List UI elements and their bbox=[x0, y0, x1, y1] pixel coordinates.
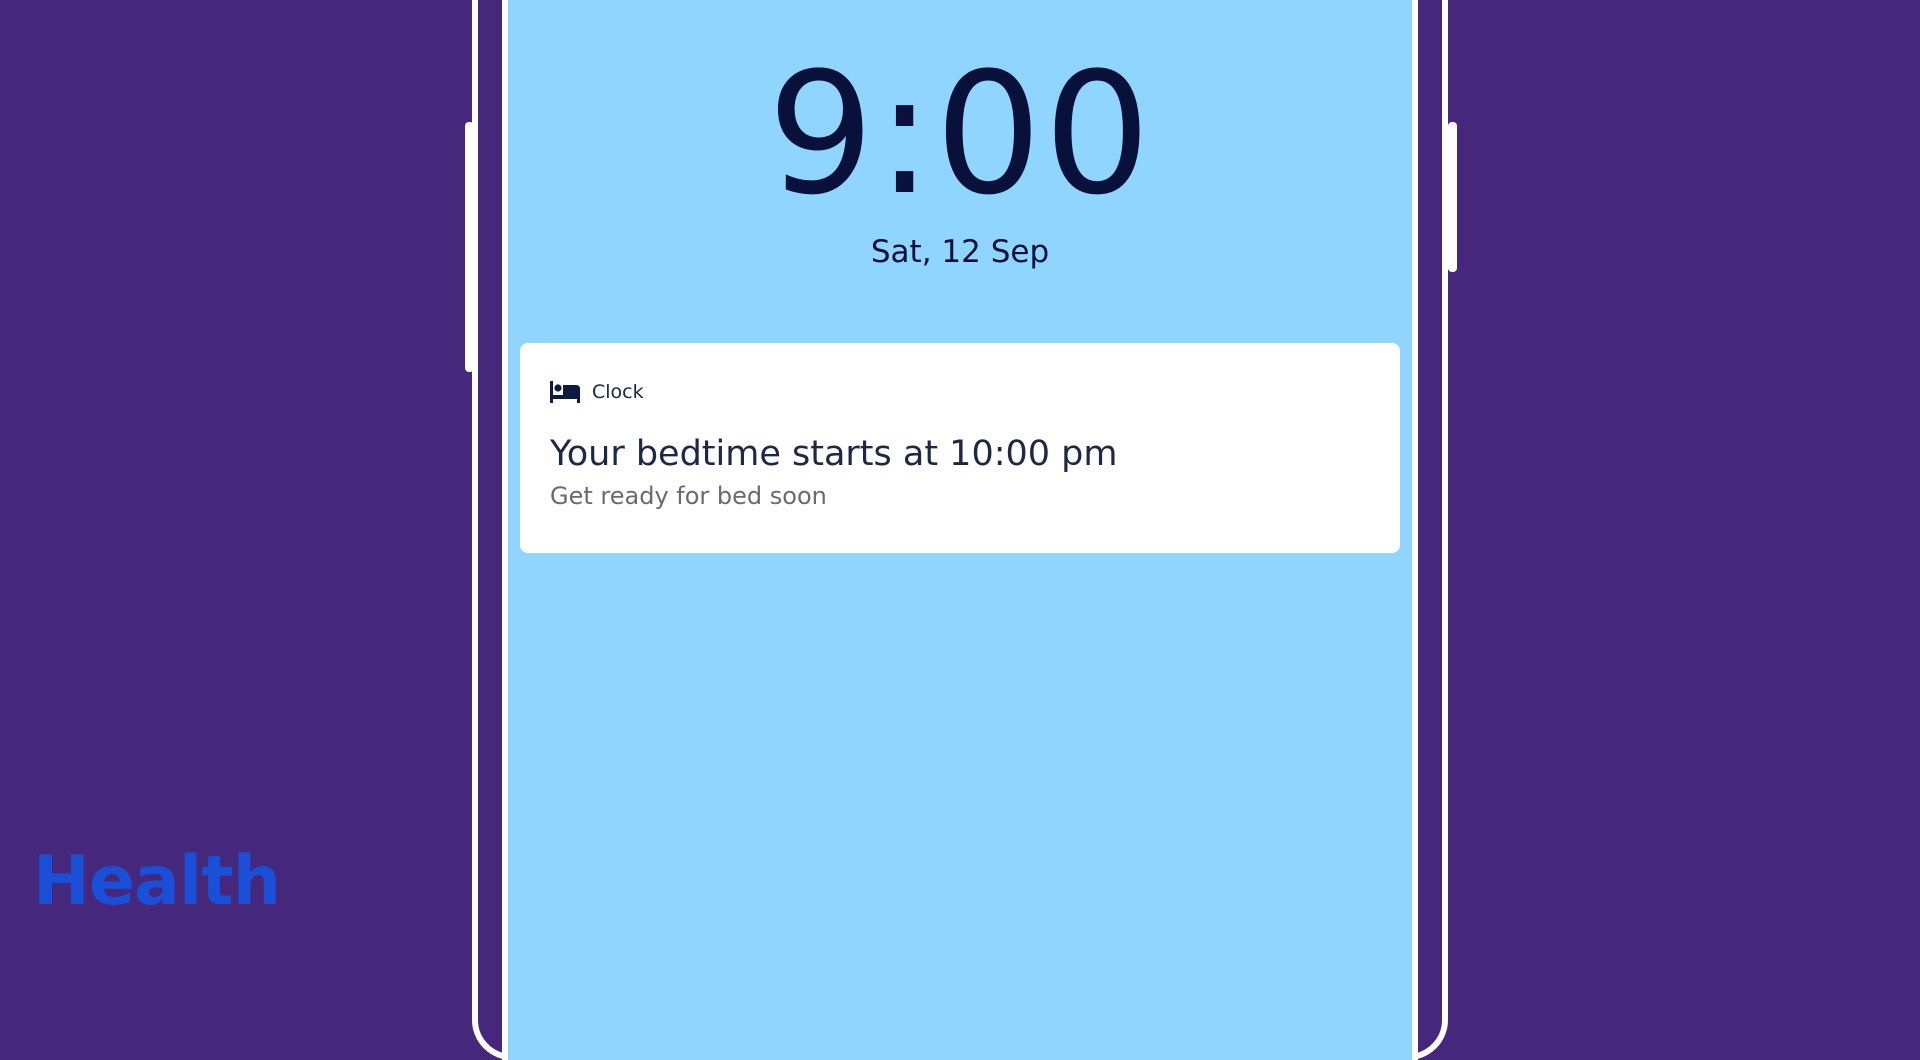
lock-screen: 9:00 Sat, 12 Sep Clock Your bedtime star… bbox=[502, 0, 1418, 1060]
phone-power-button bbox=[1448, 122, 1457, 272]
lockscreen-date: Sat, 12 Sep bbox=[870, 234, 1050, 270]
notification-header: Clock bbox=[550, 379, 1370, 405]
bed-icon bbox=[550, 381, 580, 403]
notification-text: Get ready for bed soon bbox=[550, 481, 827, 510]
health-logo: Health bbox=[33, 842, 281, 921]
notification-title: Your bedtime starts at 10:00 pm bbox=[550, 434, 1118, 474]
phone-volume-button bbox=[465, 122, 474, 372]
lockscreen-clock: 9:00 bbox=[767, 36, 1153, 232]
notification-app-name: Clock bbox=[592, 381, 644, 403]
notification-card[interactable]: Clock Your bedtime starts at 10:00 pm Ge… bbox=[520, 343, 1400, 553]
